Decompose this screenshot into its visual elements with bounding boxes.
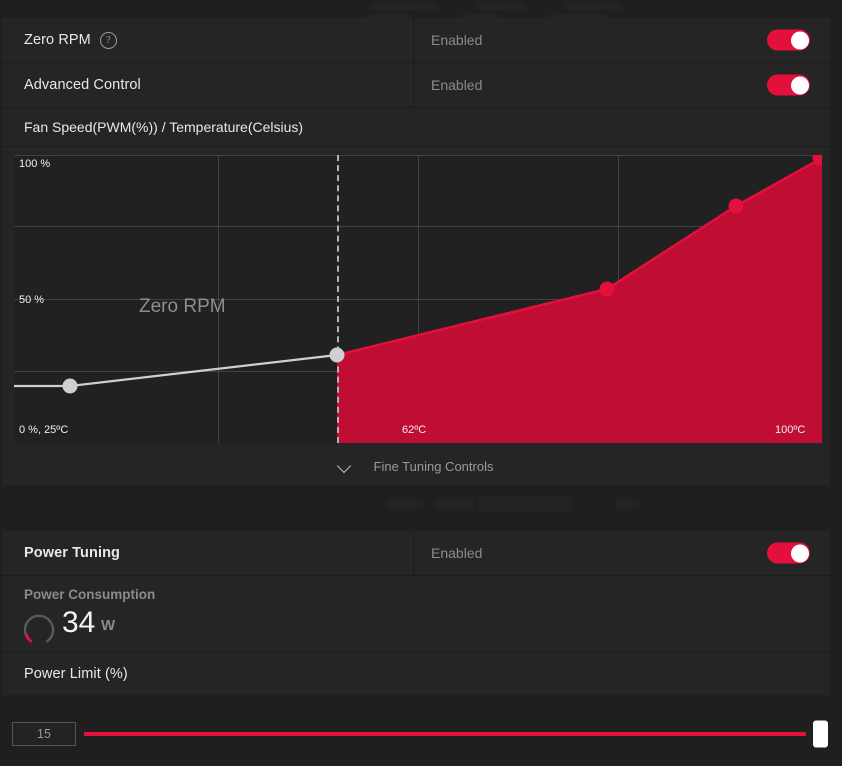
curve-node-grey[interactable] <box>62 378 78 394</box>
background-artifact <box>478 496 574 512</box>
fan-tuning-card: Zero RPM ? Enabled Advanced Control Enab… <box>2 18 830 485</box>
setting-row-power-tuning[interactable]: Power Tuning Enabled <box>2 531 830 576</box>
power-limit-slider-track[interactable] <box>84 732 806 736</box>
fine-tuning-controls-toggle[interactable]: Fine Tuning Controls <box>2 447 830 485</box>
power-tuning-label: Power Tuning <box>24 545 120 561</box>
help-icon[interactable]: ? <box>99 31 117 49</box>
background-artifact <box>566 2 622 11</box>
power-consumption-title: Power Consumption <box>24 587 156 602</box>
fan-curve-plot-area[interactable]: Zero RPM 100 % 50 % 0 %, 25ºC 62ºC 100ºC <box>14 155 822 443</box>
power-tuning-toggle[interactable] <box>767 542 810 564</box>
background-artifact <box>614 498 640 510</box>
fan-curve-line-grey <box>14 353 338 388</box>
advanced-control-label-cell: Advanced Control <box>2 63 414 107</box>
zero-rpm-threshold-line <box>337 155 339 443</box>
setting-row-zero-rpm[interactable]: Zero RPM ? Enabled <box>2 18 830 63</box>
fan-curve-title: Fan Speed(PWM(%)) / Temperature(Celsius) <box>2 108 830 147</box>
power-limit-label-cell: Power Limit (%) <box>2 653 414 695</box>
zero-rpm-label: Zero RPM <box>24 32 91 48</box>
zero-rpm-toggle[interactable] <box>767 29 810 51</box>
power-tuning-label-cell: Power Tuning <box>2 531 414 575</box>
background-artifact <box>434 498 474 510</box>
curve-node-grey[interactable] <box>329 347 345 363</box>
power-limit-slider-handle[interactable] <box>813 720 828 748</box>
power-limit-header-row: Power Limit (%) <box>2 652 830 695</box>
background-artifact <box>370 2 438 11</box>
toggle-knob <box>790 31 809 49</box>
power-consumption-block: Power Consumption 34 W <box>2 576 830 652</box>
y-axis-label-top: 100 % <box>19 158 51 170</box>
x-axis-label-origin: 0 %, 25ºC <box>19 424 69 436</box>
chevron-down-icon <box>339 460 352 473</box>
advanced-control-label: Advanced Control <box>24 77 141 93</box>
zero-rpm-label-cell: Zero RPM ? <box>2 18 414 62</box>
power-tuning-card: Power Tuning Enabled Power Consumption 3… <box>2 531 830 695</box>
fan-curve-svg <box>14 156 822 443</box>
power-gauge-icon <box>23 614 55 643</box>
power-limit-slider-row[interactable]: 15 <box>0 706 842 762</box>
power-limit-value-box[interactable]: 15 <box>12 722 76 746</box>
setting-row-advanced-control[interactable]: Advanced Control Enabled <box>2 63 830 108</box>
x-axis-label-max: 100ºC <box>775 424 806 436</box>
power-consumption-unit: W <box>101 617 116 634</box>
power-limit-label: Power Limit (%) <box>24 666 128 682</box>
x-axis-label-mid: 62ºC <box>402 424 427 436</box>
toggle-knob <box>790 544 809 562</box>
advanced-control-toggle[interactable] <box>767 74 810 96</box>
fan-curve-area <box>337 158 822 443</box>
background-artifact <box>478 2 526 11</box>
fine-tuning-controls-label: Fine Tuning Controls <box>373 458 494 474</box>
curve-node-red[interactable] <box>599 281 615 297</box>
curve-node-red[interactable] <box>728 198 744 214</box>
y-axis-label-mid: 50 % <box>19 294 45 306</box>
fan-curve-chart[interactable]: Zero RPM 100 % 50 % 0 %, 25ºC 62ºC 100ºC <box>2 147 830 447</box>
power-consumption-value: 34 <box>62 606 96 639</box>
toggle-knob <box>790 76 809 94</box>
zero-rpm-watermark: Zero RPM <box>139 296 226 317</box>
background-artifact <box>386 498 424 510</box>
fan-power-tuning-panel: Zero RPM ? Enabled Advanced Control Enab… <box>0 0 842 766</box>
